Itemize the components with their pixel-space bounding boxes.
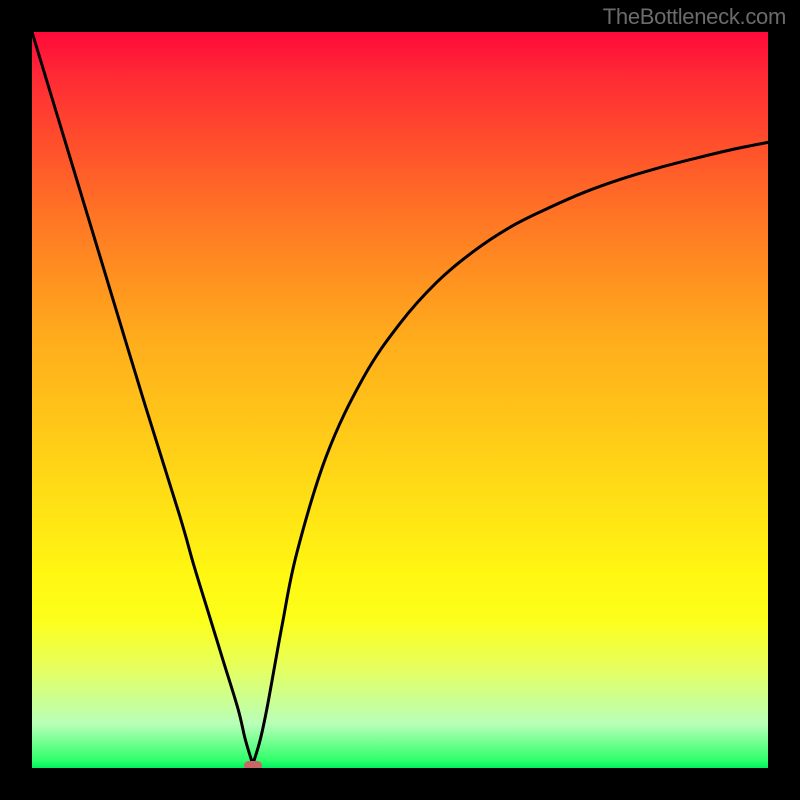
watermark: TheBottleneck.com [603,4,786,30]
chart-container: TheBottleneck.com [0,0,800,800]
plot-area [32,32,768,768]
bottleneck-curve [32,32,768,768]
minimum-marker-icon [244,761,262,768]
